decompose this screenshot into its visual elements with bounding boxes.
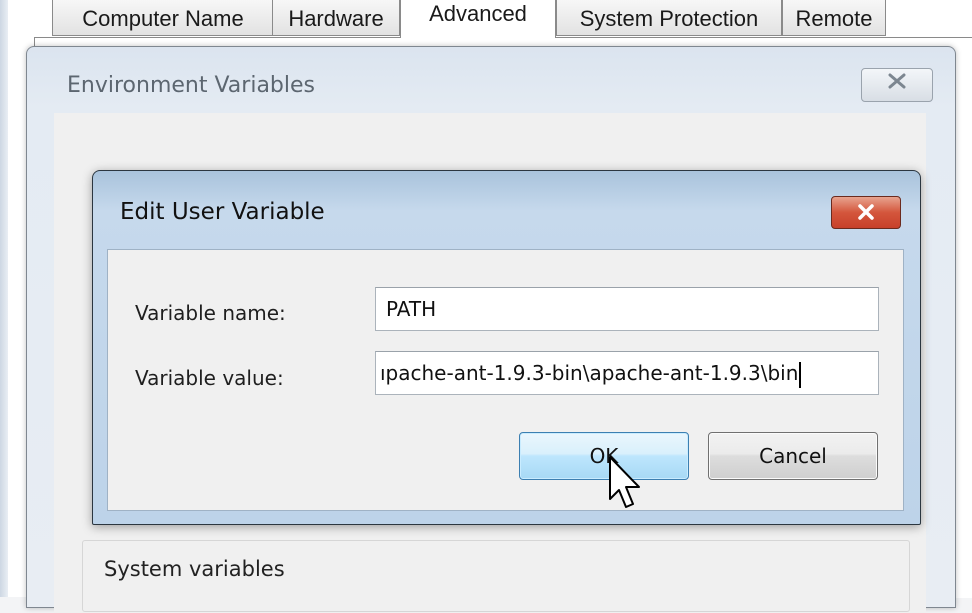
tab-computer-name[interactable]: Computer Name: [52, 0, 274, 36]
close-icon: [858, 204, 874, 220]
tab-system-protection[interactable]: System Protection: [556, 0, 782, 36]
dialog-content: Variable name: PATH Variable value: ıpac…: [107, 249, 904, 511]
env-window-title: Environment Variables: [67, 73, 316, 98]
tab-hardware[interactable]: Hardware: [272, 0, 400, 36]
variable-name-input[interactable]: PATH: [375, 287, 879, 331]
ok-button[interactable]: OK: [519, 432, 689, 480]
tab-remote[interactable]: Remote: [782, 0, 886, 36]
cancel-button[interactable]: Cancel: [708, 432, 878, 480]
close-icon: [887, 73, 907, 94]
edit-user-variable-dialog: Edit User Variable Variable name: PATH V…: [92, 170, 921, 525]
window-frame-edge: [0, 0, 8, 597]
variable-value-text: ıpache-ant-1.9.3-bin\apache-ant-1.9.3\bi…: [380, 361, 799, 385]
tab-advanced[interactable]: Advanced: [400, 0, 556, 38]
variable-value-label: Variable value:: [135, 366, 284, 390]
variable-name-label: Variable name:: [135, 301, 286, 325]
env-close-button[interactable]: [861, 68, 933, 102]
system-variables-label: System variables: [100, 557, 289, 581]
dialog-title: Edit User Variable: [120, 199, 325, 225]
mouse-pointer-icon: [609, 456, 640, 508]
text-caret: [799, 361, 802, 388]
variable-value-input[interactable]: ıpache-ant-1.9.3-bin\apache-ant-1.9.3\bi…: [375, 351, 879, 395]
tab-strip: Computer Name Hardware Advanced System P…: [36, 0, 972, 38]
dialog-close-button[interactable]: [831, 196, 901, 229]
